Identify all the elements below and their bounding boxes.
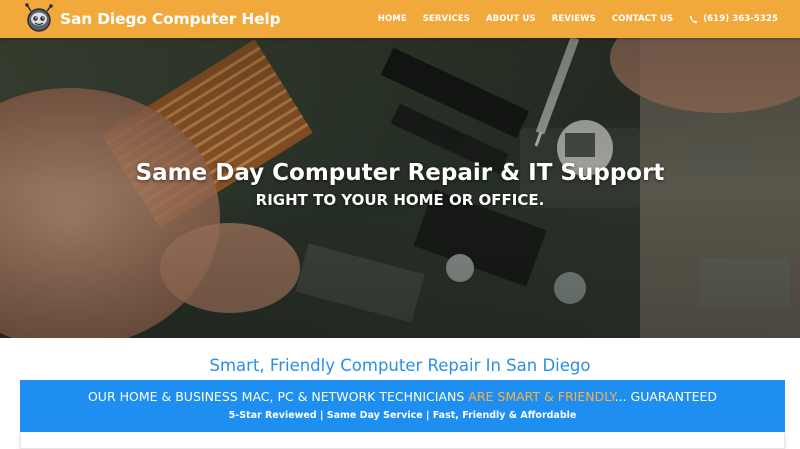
nav-reviews[interactable]: REVIEWS: [552, 14, 596, 24]
phone-number: (619) 363-5325: [703, 14, 778, 24]
nav-phone-link[interactable]: (619) 363-5325: [689, 14, 778, 24]
nav-home[interactable]: HOME: [378, 14, 407, 24]
nav-services[interactable]: SERVICES: [423, 14, 470, 24]
banner-headline-part2: ... GUARANTEED: [614, 389, 718, 404]
hero-banner: Same Day Computer Repair & IT Support RI…: [0, 38, 800, 338]
phone-icon: [689, 15, 698, 23]
banner-features: 5-Star Reviewed | Same Day Service | Fas…: [228, 410, 577, 421]
hero-title: Same Day Computer Repair & IT Support: [135, 160, 665, 186]
robot-mascot-icon[interactable]: [22, 2, 56, 36]
nav-contact-us[interactable]: CONTACT US: [612, 14, 673, 24]
hero-subtitle: RIGHT TO YOUR HOME OR OFFICE.: [255, 191, 545, 209]
banner-headline-part1: OUR HOME & BUSINESS MAC, PC & NETWORK TE…: [87, 389, 469, 404]
content-card: [20, 432, 785, 449]
main-nav: HOME SERVICES ABOUT US REVIEWS CONTACT U…: [362, 0, 778, 38]
banner-headline: OUR HOME & BUSINESS MAC, PC & NETWORK TE…: [20, 389, 785, 404]
nav-about-us[interactable]: ABOUT US: [486, 14, 536, 24]
motherboard-repair-photo: [0, 38, 800, 338]
site-header: San Diego Computer Help HOME SERVICES AB…: [0, 0, 800, 38]
guarantee-banner: OUR HOME & BUSINESS MAC, PC & NETWORK TE…: [20, 380, 785, 432]
section-title: Smart, Friendly Computer Repair In San D…: [209, 356, 591, 375]
brand-name[interactable]: San Diego Computer Help: [60, 10, 281, 28]
banner-headline-highlight: ARE SMART & FRIENDLY: [468, 389, 615, 404]
